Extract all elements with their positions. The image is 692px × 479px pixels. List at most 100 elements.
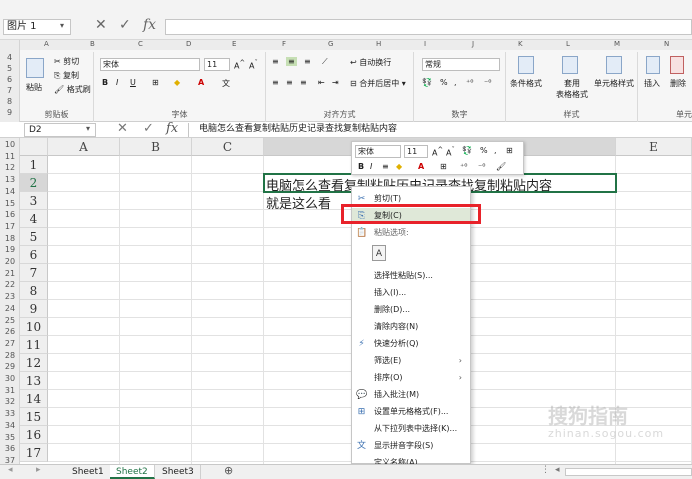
row-header-15[interactable]: 15 bbox=[20, 408, 48, 426]
mini-format-painter-icon[interactable]: 🖌 bbox=[496, 162, 506, 171]
sheet-tab-sheet3[interactable]: Sheet3 bbox=[156, 465, 201, 479]
currency-icon[interactable]: 💱 bbox=[422, 78, 432, 87]
indent-decrease-icon[interactable]: ⇤ bbox=[318, 78, 325, 87]
format-as-table-button[interactable]: 套用 表格格式 bbox=[556, 78, 588, 100]
cut-button[interactable]: ✂ 剪切 bbox=[54, 56, 79, 67]
context-menu-item[interactable]: 选择性粘贴(S)... bbox=[352, 268, 470, 284]
split-handle-icon[interactable]: ⋮ bbox=[541, 465, 550, 475]
cancel-icon[interactable]: ✕ bbox=[117, 121, 128, 136]
paste-option-button[interactable]: A bbox=[352, 242, 470, 266]
font-size-select[interactable]: 11 bbox=[204, 58, 230, 71]
mini-grow-font-icon[interactable]: A^ bbox=[432, 146, 443, 158]
align-bottom-icon[interactable]: ≡ bbox=[304, 57, 311, 66]
percent-icon[interactable]: % bbox=[440, 78, 448, 87]
grow-font-icon[interactable]: A^ bbox=[234, 59, 245, 71]
column-header-b[interactable]: B bbox=[120, 138, 192, 156]
insert-cells-button[interactable]: 插入 bbox=[644, 78, 660, 89]
number-format-select[interactable]: 常规 bbox=[422, 58, 500, 71]
mini-currency-icon[interactable]: 💱 bbox=[462, 146, 472, 155]
mini-italic-icon[interactable]: I bbox=[370, 162, 372, 171]
context-menu-item[interactable]: ⚡ 快速分析(Q) bbox=[352, 336, 470, 352]
row-header-9[interactable]: 9 bbox=[20, 300, 48, 318]
insert-cells-icon[interactable] bbox=[646, 56, 660, 74]
row-header-3[interactable]: 3 bbox=[20, 192, 48, 210]
context-menu-item[interactable]: 筛选(E) › bbox=[352, 353, 470, 369]
bold-icon[interactable]: B bbox=[102, 78, 108, 87]
underline-icon[interactable]: U bbox=[130, 78, 136, 87]
mini-align-icon[interactable]: ≡ bbox=[382, 162, 389, 171]
row-header-13[interactable]: 13 bbox=[20, 372, 48, 390]
horizontal-scrollbar[interactable] bbox=[565, 468, 692, 476]
format-painter-button[interactable]: 🖌 格式刷 bbox=[54, 84, 91, 95]
row-header-12[interactable]: 12 bbox=[20, 354, 48, 372]
context-menu-item[interactable]: 清除内容(N) bbox=[352, 319, 470, 335]
orientation-icon[interactable]: ⟋ bbox=[322, 57, 328, 67]
align-middle-icon[interactable]: ≡ bbox=[286, 57, 297, 66]
mini-font-select[interactable]: 宋体 bbox=[355, 145, 401, 158]
copy-button[interactable]: ⎘ 复制 bbox=[54, 70, 79, 81]
font-color-icon[interactable]: A bbox=[198, 78, 204, 87]
context-menu-item[interactable]: 💬 插入批注(M) bbox=[352, 387, 470, 403]
row-header-2[interactable]: 2 bbox=[20, 174, 48, 192]
context-menu-item[interactable]: 排序(O) › bbox=[352, 370, 470, 386]
mini-fill-color-icon[interactable]: ◆ bbox=[396, 162, 402, 171]
shrink-font-icon[interactable]: Aˇ bbox=[249, 59, 258, 71]
context-menu-item[interactable]: 从下拉列表中选择(K)... bbox=[352, 421, 470, 437]
column-header-c[interactable]: C bbox=[192, 138, 264, 156]
context-menu-item[interactable]: ⊞ 设置单元格格式(F)... bbox=[352, 404, 470, 420]
formula-input[interactable]: 电脑怎么查看复制粘贴历史记录查找复制粘贴内容 bbox=[188, 123, 692, 137]
align-top-icon[interactable]: ≡ bbox=[272, 57, 279, 66]
add-sheet-icon[interactable]: ⊕ bbox=[224, 464, 233, 477]
context-menu-item[interactable]: 删除(D)... bbox=[352, 302, 470, 318]
outer-fx-icon[interactable]: fx bbox=[143, 17, 156, 33]
mini-percent-icon[interactable]: % bbox=[480, 146, 488, 155]
increase-decimal-icon[interactable]: ⁺⁰ bbox=[466, 78, 473, 87]
mini-font-color-icon[interactable]: A bbox=[418, 162, 424, 171]
conditional-format-button[interactable]: 条件格式 bbox=[510, 78, 542, 89]
mini-comma-icon[interactable]: , bbox=[494, 146, 497, 155]
row-header-11[interactable]: 11 bbox=[20, 336, 48, 354]
delete-cells-icon[interactable] bbox=[670, 56, 684, 74]
cell-d3[interactable]: 就是这么看 bbox=[266, 193, 331, 212]
wrap-text-button[interactable]: ↩ 自动换行 bbox=[350, 57, 391, 68]
tab-scroll-right-icon[interactable]: ▸ bbox=[36, 465, 41, 475]
context-menu-item[interactable]: 文显示拼音字段(S) bbox=[352, 438, 470, 454]
name-box-dropdown-icon[interactable]: ▾ bbox=[86, 124, 90, 133]
format-as-table-icon[interactable] bbox=[562, 56, 578, 74]
mini-decrease-decimal-icon[interactable]: ⁻⁰ bbox=[478, 162, 485, 171]
outer-cancel-icon[interactable]: ✕ bbox=[95, 17, 107, 33]
row-header-8[interactable]: 8 bbox=[20, 282, 48, 300]
outer-formula-input[interactable] bbox=[165, 19, 692, 35]
phonetic-guide-icon[interactable]: 文 bbox=[222, 78, 230, 89]
merge-center-button[interactable]: ⊟ 合并后居中 ▾ bbox=[350, 78, 406, 89]
row-header-10[interactable]: 10 bbox=[20, 318, 48, 336]
mini-format-icon[interactable]: ⊞ bbox=[506, 146, 513, 155]
mini-size-select[interactable]: 11 bbox=[404, 145, 428, 158]
confirm-icon[interactable]: ✓ bbox=[143, 121, 154, 136]
row-header-17[interactable]: 17 bbox=[20, 444, 48, 462]
italic-icon[interactable]: I bbox=[116, 78, 118, 87]
border-icon[interactable]: ⊞ bbox=[152, 78, 159, 87]
row-header-7[interactable]: 7 bbox=[20, 264, 48, 282]
column-header-a[interactable]: A bbox=[48, 138, 120, 156]
row-header-6[interactable]: 6 bbox=[20, 246, 48, 264]
row-header-16[interactable]: 16 bbox=[20, 426, 48, 444]
paste-button[interactable]: 粘贴 bbox=[26, 82, 42, 93]
font-name-select[interactable]: 宋体 bbox=[100, 58, 200, 71]
decrease-decimal-icon[interactable]: ⁻⁰ bbox=[484, 78, 491, 87]
hscroll-left-icon[interactable]: ◂ bbox=[555, 465, 560, 475]
mini-shrink-font-icon[interactable]: Aˇ bbox=[446, 146, 455, 158]
outer-confirm-icon[interactable]: ✓ bbox=[119, 17, 131, 33]
indent-increase-icon[interactable]: ⇥ bbox=[332, 78, 339, 87]
row-header-14[interactable]: 14 bbox=[20, 390, 48, 408]
paste-icon[interactable] bbox=[26, 58, 44, 78]
context-menu-item[interactable]: 插入(I)... bbox=[352, 285, 470, 301]
row-header-1[interactable]: 1 bbox=[20, 156, 48, 174]
conditional-format-icon[interactable] bbox=[518, 56, 534, 74]
row-header-5[interactable]: 5 bbox=[20, 228, 48, 246]
align-center-icon[interactable]: ≡ bbox=[286, 78, 293, 87]
sheet-tab-sheet1[interactable]: Sheet1 bbox=[66, 465, 111, 479]
column-header-e[interactable]: E bbox=[616, 138, 692, 156]
align-right-icon[interactable]: ≡ bbox=[300, 78, 307, 87]
align-left-icon[interactable]: ≡ bbox=[272, 78, 279, 87]
